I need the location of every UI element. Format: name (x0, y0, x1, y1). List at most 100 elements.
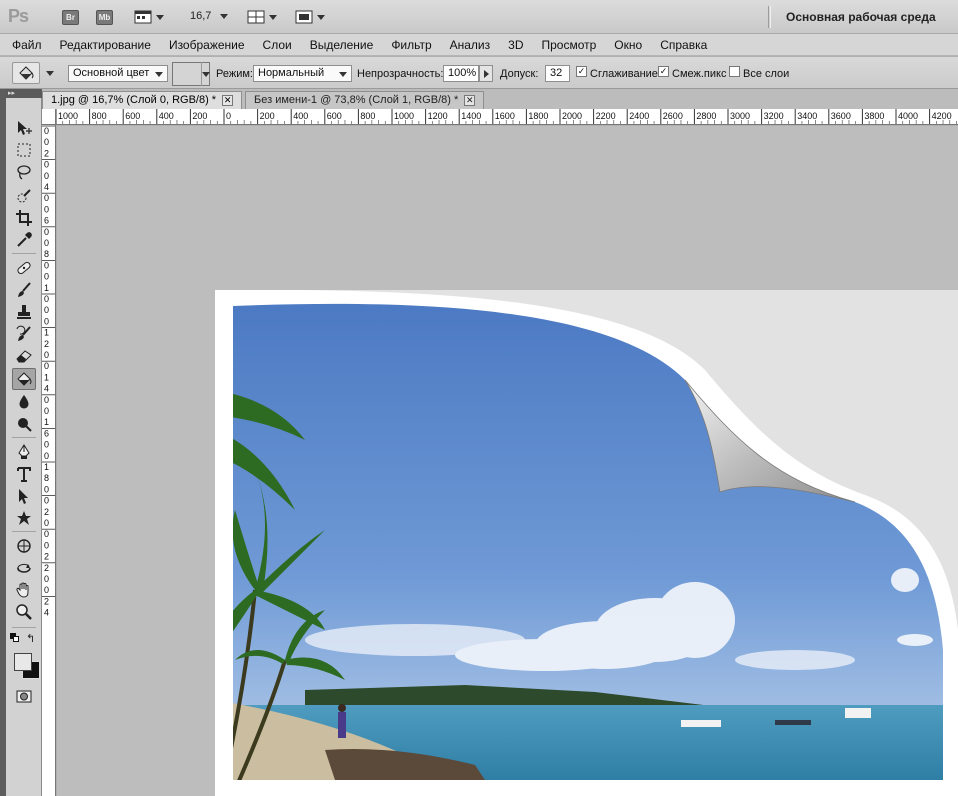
close-icon[interactable]: ✕ (222, 94, 234, 106)
menu-bar: Файл Редактирование Изображение Слои Выд… (0, 34, 958, 56)
default-colors-icon[interactable] (10, 633, 19, 642)
tolerance-input[interactable]: 32 (545, 65, 570, 82)
foreground-color-swatch[interactable] (14, 653, 32, 671)
ruler-label: 1400 (461, 111, 481, 121)
ruler-label: 4 (44, 608, 49, 618)
menu-3d[interactable]: 3D (508, 38, 523, 52)
divider (12, 253, 36, 254)
healing-brush-tool[interactable] (12, 257, 36, 279)
menu-filter[interactable]: Фильтр (391, 38, 431, 52)
menu-help[interactable]: Справка (660, 38, 707, 52)
antialias-checkbox[interactable]: ✓ (576, 66, 587, 77)
chevron-down-icon[interactable] (220, 14, 228, 19)
ruler-label: 600 (125, 111, 140, 121)
blend-mode-select[interactable]: Нормальный (253, 65, 352, 82)
ruler-label: 0 (44, 574, 49, 584)
ruler-label: 1 (44, 462, 49, 472)
application-bar: Ps Br Mb 16,7 Основная рабочая среда (0, 0, 958, 34)
ruler-label: 1 (44, 283, 49, 293)
ruler-origin[interactable] (42, 109, 56, 125)
ruler-label: 400 (293, 111, 308, 121)
ruler-label: 0 (44, 529, 49, 539)
all-layers-checkbox[interactable] (729, 66, 740, 77)
ruler-label: 0 (44, 171, 49, 181)
fill-source-select[interactable]: Основной цвет (68, 65, 168, 82)
quick-selection-tool[interactable] (12, 185, 36, 207)
close-icon[interactable]: ✕ (464, 94, 476, 106)
zoom-level[interactable]: 16,7 (190, 10, 211, 22)
menu-window[interactable]: Окно (614, 38, 642, 52)
ruler-label: 1000 (394, 111, 414, 121)
dodge-tool[interactable] (12, 413, 36, 435)
menu-view[interactable]: Просмотр (541, 38, 596, 52)
swap-colors-icon[interactable]: ↰ (26, 632, 35, 645)
ruler-label: 3800 (864, 111, 884, 121)
screen-mode-button[interactable] (292, 8, 328, 26)
path-selection-tool[interactable] (12, 485, 36, 507)
tab-document-2[interactable]: Без имени-1 @ 73,8% (Слой 1, RGB/8) * ✕ (245, 91, 485, 109)
opacity-slider-button[interactable] (479, 65, 493, 82)
antialias-label: Сглаживание (590, 68, 658, 80)
tab-document-1[interactable]: 1.jpg @ 16,7% (Слой 0, RGB/8) * ✕ (42, 91, 243, 109)
move-icon (18, 121, 32, 135)
mode-label: Режим: (216, 68, 253, 80)
contiguous-checkbox[interactable]: ✓ (658, 66, 669, 77)
ruler-label: 2800 (696, 111, 716, 121)
eyedropper-tool[interactable] (12, 229, 36, 251)
tab-label: Без имени-1 @ 73,8% (Слой 1, RGB/8) * (254, 94, 459, 106)
blur-tool[interactable] (12, 391, 36, 413)
shape-tool[interactable] (12, 507, 36, 529)
menu-layer[interactable]: Слои (263, 38, 292, 52)
brush-icon (18, 282, 31, 297)
opacity-input[interactable]: 100% (443, 65, 479, 82)
tool-preset-picker[interactable] (12, 62, 40, 84)
vertical-ruler[interactable]: 0020040060080010001200140016001800200022… (42, 125, 56, 796)
divider (12, 627, 36, 628)
clone-stamp-tool[interactable] (12, 301, 36, 323)
type-tool[interactable] (12, 463, 36, 485)
menu-image[interactable]: Изображение (169, 38, 245, 52)
paint-bucket-tool[interactable] (12, 368, 36, 390)
canvas-area[interactable] (57, 126, 958, 796)
ruler-label: 0 (44, 395, 49, 405)
ruler-label: 4 (44, 384, 49, 394)
hand-tool[interactable] (12, 579, 36, 601)
filmstrip-icon (134, 10, 152, 24)
menu-file[interactable]: Файл (12, 38, 42, 52)
pattern-picker-arrow[interactable] (201, 62, 210, 86)
document-canvas[interactable] (215, 289, 958, 796)
menu-select[interactable]: Выделение (310, 38, 374, 52)
marquee-tool[interactable] (12, 139, 36, 161)
chevron-down-icon (202, 71, 210, 77)
workspace-switcher[interactable]: Основная рабочая среда (786, 10, 936, 24)
ruler-label: 0 (44, 204, 49, 214)
mini-bridge-button[interactable]: Mb (96, 8, 113, 26)
color-swatches (12, 649, 42, 679)
beach-photo-with-page-curl[interactable] (215, 289, 958, 796)
eraser-tool[interactable] (12, 345, 36, 367)
move-tool[interactable] (12, 117, 36, 139)
chevron-down-icon[interactable] (46, 71, 54, 76)
history-brush-tool[interactable] (12, 323, 36, 345)
horizontal-ruler[interactable]: 1000 800 600 400 200 0 200 400 600 800 1000 1200 140… (42, 109, 958, 125)
bridge-button[interactable]: Br (62, 8, 79, 26)
ruler-label: 0 (44, 406, 49, 416)
3d-rotate-tool[interactable] (12, 535, 36, 557)
quick-mask-button[interactable] (12, 685, 36, 707)
3d-orbit-tool[interactable] (12, 557, 36, 579)
menu-edit[interactable]: Редактирование (60, 38, 151, 52)
ruler-label: 0 (44, 305, 49, 315)
ruler-label: 2 (44, 339, 49, 349)
crop-tool[interactable] (12, 207, 36, 229)
photoshop-logo: Ps (8, 6, 29, 26)
menu-analysis[interactable]: Анализ (450, 38, 491, 52)
brush-tool[interactable] (12, 279, 36, 301)
tools-panel-header[interactable]: ▸▸ (6, 89, 42, 98)
arrange-documents-button[interactable] (244, 8, 280, 26)
pen-tool[interactable] (12, 441, 36, 463)
type-icon (17, 467, 31, 482)
bridge-icon: Br (62, 9, 79, 25)
lasso-tool[interactable] (12, 161, 36, 183)
view-extras-button[interactable] (132, 8, 166, 26)
zoom-tool[interactable] (12, 601, 36, 623)
